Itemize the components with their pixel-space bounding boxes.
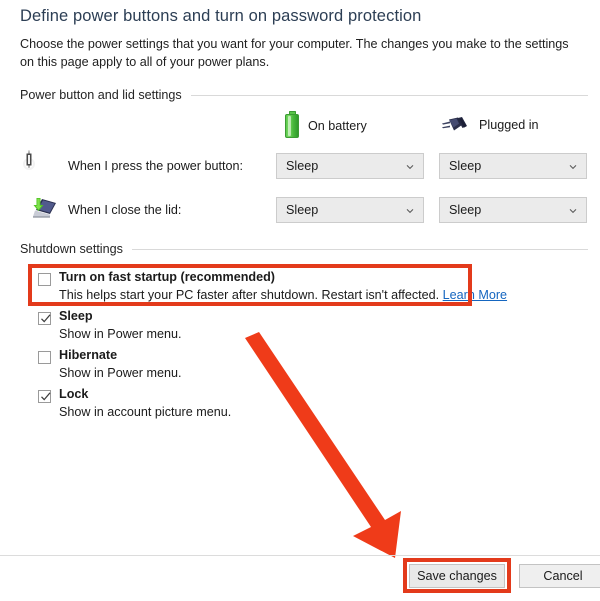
dropdown-value: Sleep [286, 159, 319, 173]
section-shutdown-settings: Shutdown settings [20, 242, 588, 256]
checkbox-lock[interactable] [38, 390, 51, 403]
dropdown-power-button-plugged-in[interactable]: Sleep [439, 153, 587, 179]
checkbox-sleep[interactable] [38, 312, 51, 325]
column-header-plugged-in: Plugged in [440, 114, 539, 136]
section-label: Shutdown settings [20, 242, 123, 256]
checkbox-hibernate[interactable] [38, 351, 51, 364]
option-title: Hibernate [59, 348, 118, 362]
power-options-page: Define power buttons and turn on passwor… [0, 0, 600, 601]
checkmark-icon [41, 314, 51, 323]
dropdown-power-button-on-battery[interactable]: Sleep [276, 153, 424, 179]
dropdown-value: Sleep [449, 203, 482, 217]
option-title: Sleep [59, 309, 93, 323]
setting-label-power-button: When I press the power button: [68, 159, 244, 173]
save-changes-button[interactable]: Save changes [409, 564, 505, 588]
dropdown-value: Sleep [449, 159, 482, 173]
column-header-on-battery: On battery [285, 111, 367, 138]
column-label-on-battery: On battery [308, 119, 367, 133]
learn-more-link[interactable]: Learn More [443, 288, 507, 302]
dropdown-close-lid-plugged-in[interactable]: Sleep [439, 197, 587, 223]
option-description: Show in Power menu. [59, 327, 182, 341]
section-power-button-and-lid-settings: Power button and lid settings [20, 88, 588, 102]
dropdown-value: Sleep [286, 203, 319, 217]
option-title: Lock [59, 387, 89, 401]
checkmark-icon [41, 392, 51, 401]
option-description: This helps start your PC faster after sh… [59, 288, 507, 302]
setting-row-power-button: When I press the power button: Sleep Sle… [20, 150, 588, 183]
plug-icon [440, 114, 470, 136]
cancel-button[interactable]: Cancel [519, 564, 600, 588]
section-divider [190, 94, 588, 96]
page-title: Define power buttons and turn on passwor… [20, 7, 422, 25]
option-description: Show in account picture menu. [59, 405, 232, 419]
laptop-lid-icon [28, 195, 60, 227]
option-description-text: This helps start your PC faster after sh… [59, 288, 440, 302]
setting-row-close-lid: When I close the lid: Sleep Sleep [20, 197, 588, 225]
checkbox-fast-startup[interactable] [38, 273, 51, 286]
chevron-down-icon [569, 209, 577, 214]
page-description: Choose the power settings that you want … [20, 37, 569, 69]
option-title: Turn on fast startup (recommended) [59, 270, 275, 284]
column-label-plugged-in: Plugged in [479, 118, 539, 132]
setting-label-close-lid: When I close the lid: [68, 203, 182, 217]
section-label: Power button and lid settings [20, 88, 182, 102]
section-divider [131, 248, 588, 250]
chevron-down-icon [569, 165, 577, 170]
battery-icon [285, 111, 299, 138]
annotation-arrow [245, 332, 401, 558]
power-button-icon [28, 150, 60, 183]
dropdown-close-lid-on-battery[interactable]: Sleep [276, 197, 424, 223]
chevron-down-icon [406, 209, 414, 214]
chevron-down-icon [406, 165, 414, 170]
option-description: Show in Power menu. [59, 366, 182, 380]
footer-divider [0, 555, 600, 556]
